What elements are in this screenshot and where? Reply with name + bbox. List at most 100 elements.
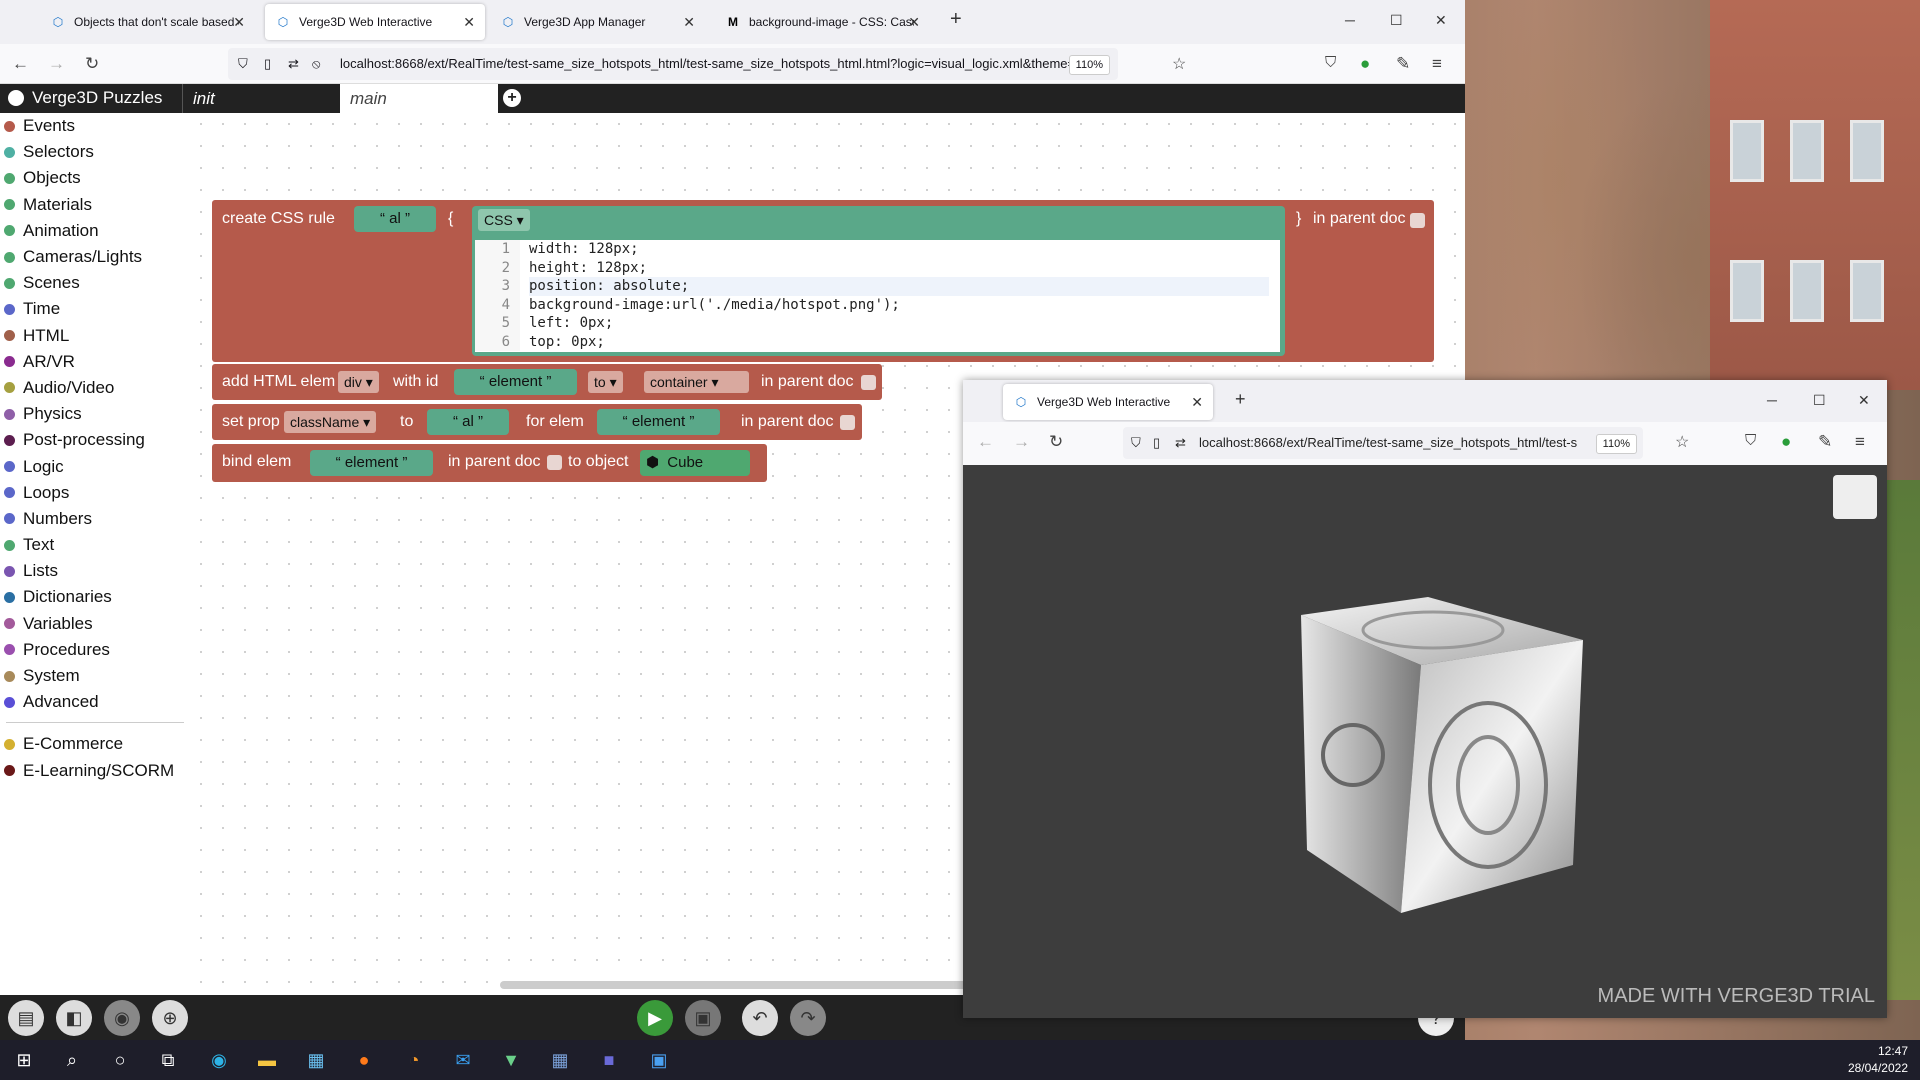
eyedropper-icon[interactable]: ✎ xyxy=(1818,432,1832,452)
bind-elem-block[interactable]: bind elem “ element ” in parent doc to o… xyxy=(212,444,767,482)
in-parent-checkbox[interactable] xyxy=(861,375,876,390)
calculator-icon[interactable]: ▦ xyxy=(546,1046,574,1074)
maximize-button[interactable]: ☐ xyxy=(1390,12,1403,29)
reload-icon[interactable]: ↻ xyxy=(1049,432,1063,452)
toggle-sidebar-icon[interactable]: ◧ xyxy=(56,1000,92,1036)
category-post-processing[interactable]: Post-processing xyxy=(0,427,190,453)
zoom-badge[interactable]: 110% xyxy=(1595,434,1637,454)
close-icon[interactable]: ✕ xyxy=(463,14,475,31)
prop-dropdown[interactable]: className ▾ xyxy=(284,411,377,433)
category-variables[interactable]: Variables xyxy=(0,611,190,637)
tab-objects[interactable]: ⬡ Objects that don't scale based o ✕ xyxy=(40,4,255,40)
category-loops[interactable]: Loops xyxy=(0,480,190,506)
category-animation[interactable]: Animation xyxy=(0,218,190,244)
close-icon[interactable]: ✕ xyxy=(1191,394,1203,411)
category-html[interactable]: HTML xyxy=(0,323,190,349)
category-lists[interactable]: Lists xyxy=(0,558,190,584)
pocket-icon[interactable]: ⛉ xyxy=(1745,432,1756,449)
preview-tab[interactable]: ⬡ Verge3D Web Interactive ✕ xyxy=(1003,384,1213,420)
close-window-button[interactable]: ✕ xyxy=(1435,12,1447,29)
new-tab-button[interactable]: + xyxy=(1235,389,1246,410)
library-icon[interactable]: ▤ xyxy=(8,1000,44,1036)
set-prop-block[interactable]: set prop className ▾ to “ al ” for elem … xyxy=(212,404,862,440)
category-text[interactable]: Text xyxy=(0,532,190,558)
system-clock[interactable]: 12:47 28/04/2022 xyxy=(1848,1043,1908,1077)
text-slot[interactable]: “ element ” xyxy=(310,450,433,476)
url-bar[interactable]: ⛉ ▯ ⇄ ⦸ localhost:8668/ext/RealTime/test… xyxy=(228,48,1118,80)
text-slot[interactable]: “ al ” xyxy=(427,409,509,435)
category-e-commerce[interactable]: E-Commerce xyxy=(0,731,190,757)
tab-main[interactable]: main xyxy=(340,84,498,113)
workspace-scrollbar[interactable] xyxy=(500,981,970,989)
menu-icon[interactable]: ≡ xyxy=(1432,54,1442,74)
fullscreen-icon[interactable] xyxy=(1833,475,1877,519)
container-dropdown[interactable]: container ▾ xyxy=(644,371,749,393)
category-events[interactable]: Events xyxy=(0,113,190,139)
photos-icon[interactable]: ▣ xyxy=(645,1046,673,1074)
menu-icon[interactable]: ≡ xyxy=(1855,432,1865,452)
category-system[interactable]: System xyxy=(0,663,190,689)
store-icon[interactable]: ▦ xyxy=(302,1046,330,1074)
category-materials[interactable]: Materials xyxy=(0,192,190,218)
file-explorer-icon[interactable]: ▬ xyxy=(253,1046,281,1074)
tab-mdn[interactable]: M background-image - CSS: Casc ✕ xyxy=(715,4,930,40)
zoom-badge[interactable]: 110% xyxy=(1068,55,1110,75)
category-numbers[interactable]: Numbers xyxy=(0,506,190,532)
in-parent-checkbox[interactable] xyxy=(547,455,562,470)
back-icon[interactable]: ← xyxy=(12,54,29,74)
center-view-icon[interactable]: ⊕ xyxy=(152,1000,188,1036)
category-procedures[interactable]: Procedures xyxy=(0,637,190,663)
minimize-button[interactable]: ─ xyxy=(1345,12,1355,28)
task-view-icon[interactable]: ⧉ xyxy=(154,1046,182,1074)
language-dropdown[interactable]: CSS ▾ xyxy=(478,209,530,231)
category-ar-vr[interactable]: AR/VR xyxy=(0,349,190,375)
minimize-button[interactable]: ─ xyxy=(1767,392,1777,408)
in-parent-checkbox[interactable] xyxy=(840,415,855,430)
add-html-elem-block[interactable]: add HTML elem div ▾ with id “ element ” … xyxy=(212,364,882,400)
new-tab-button[interactable]: + xyxy=(950,8,962,31)
css-code-editor[interactable]: 1 width: 128px; 2 height: 128px; 3 position: … xyxy=(475,240,1280,352)
edge-icon[interactable]: ◉ xyxy=(205,1046,233,1074)
in-parent-checkbox[interactable] xyxy=(1410,213,1425,228)
forward-icon[interactable]: → xyxy=(48,54,65,74)
blender-icon[interactable]: ◔ xyxy=(400,1046,428,1074)
reload-icon[interactable]: ↻ xyxy=(85,54,99,74)
run-icon[interactable]: ▶ xyxy=(637,1000,673,1036)
tab-init[interactable]: init xyxy=(182,84,340,113)
redo-icon[interactable]: ↷ xyxy=(790,1000,826,1036)
close-icon[interactable]: ✕ xyxy=(683,14,695,31)
save-icon[interactable]: ▣ xyxy=(685,1000,721,1036)
bookmark-star-icon[interactable]: ☆ xyxy=(1172,54,1186,74)
text-slot[interactable]: “ element ” xyxy=(454,369,577,395)
mail-icon[interactable]: ✉ xyxy=(449,1046,477,1074)
text-slot[interactable]: “ al ” xyxy=(354,206,436,232)
category-selectors[interactable]: Selectors xyxy=(0,139,190,165)
screenshot-icon[interactable]: ◉ xyxy=(104,1000,140,1036)
eyedropper-icon[interactable]: ✎ xyxy=(1396,54,1410,74)
text-slot[interactable]: “ element ” xyxy=(597,409,720,435)
close-icon[interactable]: ✕ xyxy=(233,14,245,31)
close-window-button[interactable]: ✕ xyxy=(1858,392,1870,409)
category-objects[interactable]: Objects xyxy=(0,165,190,191)
tag-dropdown[interactable]: div ▾ xyxy=(338,371,379,393)
url-bar[interactable]: ⛉ ▯ ⇄ localhost:8668/ext/RealTime/test-s… xyxy=(1123,427,1643,459)
category-cameras-lights[interactable]: Cameras/Lights xyxy=(0,244,190,270)
category-e-learning-scorm[interactable]: E-Learning/SCORM xyxy=(0,758,190,784)
3d-viewport[interactable]: MADE WITH VERGE3D TRIAL xyxy=(963,465,1887,1018)
extension-check-icon[interactable]: ● xyxy=(1781,432,1791,452)
to-dropdown[interactable]: to ▾ xyxy=(588,371,623,393)
windows-start-icon[interactable]: ⊞ xyxy=(10,1046,38,1074)
extension-check-icon[interactable]: ● xyxy=(1360,54,1370,74)
maximize-button[interactable]: ☐ xyxy=(1813,392,1826,409)
category-audio-video[interactable]: Audio/Video xyxy=(0,375,190,401)
verge3d-taskbar-icon[interactable]: ▼ xyxy=(497,1046,525,1074)
forward-icon[interactable]: → xyxy=(1013,432,1030,452)
undo-icon[interactable]: ↶ xyxy=(742,1000,778,1036)
firefox-icon[interactable]: ● xyxy=(350,1046,378,1074)
back-icon[interactable]: ← xyxy=(977,432,994,452)
category-scenes[interactable]: Scenes xyxy=(0,270,190,296)
category-time[interactable]: Time xyxy=(0,296,190,322)
category-advanced[interactable]: Advanced xyxy=(0,689,190,715)
search-icon[interactable]: ⌕ xyxy=(58,1046,86,1074)
bookmark-star-icon[interactable]: ☆ xyxy=(1675,432,1689,452)
